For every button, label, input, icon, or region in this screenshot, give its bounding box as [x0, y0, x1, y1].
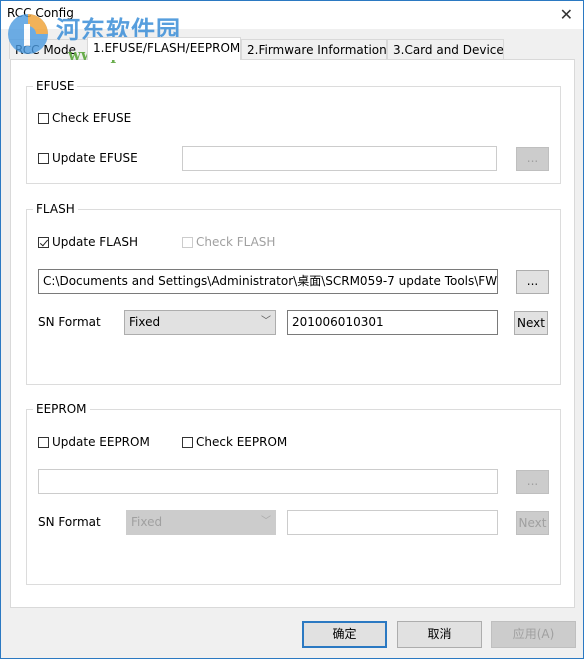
apply-button[interactable]: 应用(A) [491, 621, 576, 648]
efuse-browse-button[interactable]: ... [516, 147, 549, 171]
eeprom-browse-button[interactable]: ... [516, 470, 549, 494]
eeprom-sn-value-input[interactable] [287, 510, 498, 535]
cancel-button[interactable]: 取消 [397, 621, 482, 648]
tab-page: EFUSE Check EFUSE Update EFUSE ... FLASH… [10, 59, 575, 608]
flash-legend: FLASH [33, 202, 78, 216]
checkbox-icon [182, 436, 193, 448]
update-efuse-label: Update EFUSE [52, 151, 138, 165]
flash-browse-button[interactable]: ... [516, 270, 549, 294]
update-eeprom-checkbox[interactable]: Update EEPROM [38, 435, 150, 449]
flash-sn-format-label: SN Format [38, 315, 101, 329]
eeprom-sn-format-value: Fixed [131, 515, 163, 529]
rcc-config-dialog: RCC Config ✕ RCC Mode 1.EFUSE/FLASH/EEPR… [0, 0, 584, 659]
tab-rcc-mode[interactable]: RCC Mode [9, 39, 89, 59]
update-efuse-checkbox[interactable]: Update EFUSE [38, 151, 138, 165]
eeprom-sn-format-select[interactable]: Fixed ﹀ [126, 510, 276, 535]
eeprom-next-button[interactable]: Next [516, 511, 549, 535]
eeprom-legend: EEPROM [33, 402, 90, 416]
window-title: RCC Config [7, 6, 74, 20]
update-eeprom-label: Update EEPROM [52, 435, 150, 449]
checkbox-checked-icon [38, 236, 49, 248]
checkbox-icon [38, 152, 49, 164]
eeprom-path-input[interactable] [38, 469, 498, 494]
close-icon[interactable]: ✕ [560, 5, 573, 24]
update-flash-checkbox[interactable]: Update FLASH [38, 235, 138, 249]
flash-group: FLASH Update FLASH Check FLASH C:\Docume… [26, 202, 561, 385]
checkbox-icon [182, 236, 193, 248]
flash-next-button[interactable]: Next [514, 311, 548, 335]
flash-sn-format-value: Fixed [129, 315, 161, 329]
check-efuse-label: Check EFUSE [52, 111, 132, 125]
check-efuse-checkbox[interactable]: Check EFUSE [38, 111, 131, 125]
efuse-group: EFUSE Check EFUSE Update EFUSE ... [26, 79, 561, 184]
efuse-path-input[interactable] [182, 146, 497, 171]
check-eeprom-label: Check EEPROM [196, 435, 288, 449]
eeprom-group: EEPROM Update EEPROM Check EEPROM ... SN… [26, 402, 561, 585]
ok-button[interactable]: 确定 [302, 621, 387, 648]
chevron-down-icon: ﹀ [261, 316, 271, 327]
checkbox-icon [38, 112, 49, 124]
tab-efuse-flash-eeprom[interactable]: 1.EFUSE/FLASH/EEPROM [87, 37, 241, 60]
title-bar: RCC Config ✕ [1, 1, 583, 29]
check-flash-checkbox[interactable]: Check FLASH [182, 235, 275, 249]
check-eeprom-checkbox[interactable]: Check EEPROM [182, 435, 287, 449]
checkbox-icon [38, 436, 49, 448]
tab-card-and-device[interactable]: 3.Card and Device [387, 39, 504, 59]
flash-sn-format-select[interactable]: Fixed ﹀ [124, 310, 276, 335]
tab-firmware-information[interactable]: 2.Firmware Information [241, 39, 387, 59]
eeprom-sn-format-label: SN Format [38, 515, 101, 529]
efuse-legend: EFUSE [33, 79, 78, 93]
flash-sn-value-input[interactable]: 201006010301 [287, 310, 498, 335]
flash-path-input[interactable]: C:\Documents and Settings\Administrator\… [38, 269, 498, 294]
chevron-down-icon: ﹀ [261, 516, 271, 527]
update-flash-label: Update FLASH [52, 235, 138, 249]
check-flash-label: Check FLASH [196, 235, 276, 249]
